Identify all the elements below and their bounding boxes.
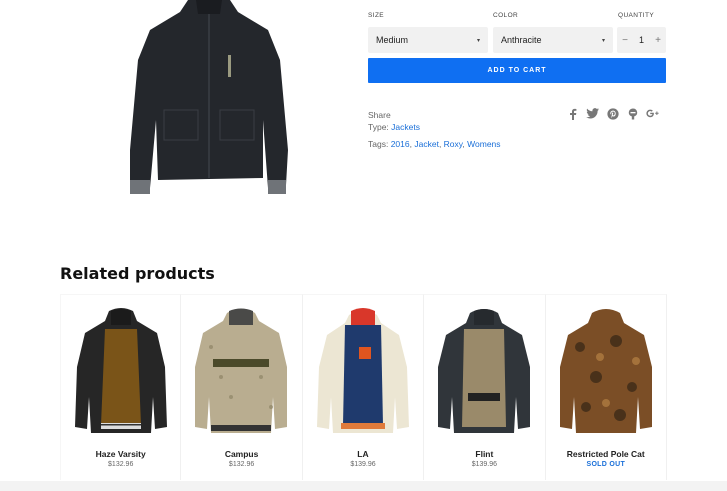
product-card[interactable]: Haze Varsity $132.96 bbox=[60, 294, 182, 480]
caret-down-icon: ▾ bbox=[476, 37, 480, 44]
tags-label: Tags: bbox=[368, 139, 389, 149]
product-card[interactable]: Restricted Pole Cat SOLD OUT bbox=[545, 294, 667, 480]
product-card[interactable]: LA $139.96 bbox=[302, 294, 425, 480]
product-name[interactable]: Flint bbox=[424, 449, 544, 459]
product-price: $132.96 bbox=[108, 461, 134, 468]
product-image[interactable] bbox=[191, 307, 291, 437]
twitter-icon[interactable] bbox=[586, 107, 599, 120]
product-name[interactable]: LA bbox=[303, 449, 423, 459]
quantity-label: QUANTITY bbox=[618, 12, 655, 19]
size-select-value: Medium bbox=[376, 35, 409, 45]
color-select-value: Anthracite bbox=[501, 35, 542, 45]
product-main-image[interactable] bbox=[118, 0, 300, 200]
footer-strip bbox=[0, 481, 727, 491]
sold-out-badge: SOLD OUT bbox=[586, 461, 626, 468]
tag-link[interactable]: Jacket bbox=[414, 139, 439, 149]
related-products-heading: Related products bbox=[60, 264, 215, 283]
product-name[interactable]: Campus bbox=[181, 449, 301, 459]
share-icons bbox=[566, 107, 659, 120]
quantity-increase-button[interactable]: + bbox=[650, 35, 666, 46]
product-name[interactable]: Restricted Pole Cat bbox=[546, 449, 666, 459]
caret-down-icon: ▾ bbox=[601, 37, 605, 44]
add-to-cart-button[interactable]: ADD TO CART bbox=[368, 58, 666, 83]
quantity-decrease-button[interactable]: − bbox=[617, 35, 633, 46]
product-image[interactable] bbox=[434, 307, 534, 437]
quantity-stepper: − 1 + bbox=[617, 27, 666, 53]
product-price: $132.96 bbox=[228, 461, 255, 468]
color-label: COLOR bbox=[493, 12, 519, 19]
type-link[interactable]: Jackets bbox=[391, 122, 420, 132]
quantity-input[interactable]: 1 bbox=[634, 35, 650, 45]
related-products-grid: Haze Varsity $132.96 Campus $132.96 LA $… bbox=[60, 294, 667, 480]
product-tags: Tags: 2016, Jacket, Roxy, Womens bbox=[368, 139, 501, 149]
tag-link[interactable]: 2016 bbox=[391, 139, 410, 149]
product-image[interactable] bbox=[313, 307, 413, 437]
product-card[interactable]: Campus $132.96 bbox=[181, 294, 303, 480]
tag-link[interactable]: Roxy bbox=[444, 139, 463, 149]
product-image[interactable] bbox=[71, 307, 171, 437]
type-label: Type: bbox=[368, 122, 389, 132]
product-name[interactable]: Haze Varsity bbox=[61, 449, 180, 459]
facebook-icon[interactable] bbox=[566, 107, 579, 120]
size-select[interactable]: Medium ▾ bbox=[368, 27, 488, 53]
product-card[interactable]: Flint $139.96 bbox=[424, 294, 546, 480]
size-label: SIZE bbox=[368, 12, 385, 19]
product-image[interactable] bbox=[556, 307, 656, 437]
share-label: Share bbox=[368, 110, 391, 120]
product-type: Type: Jackets bbox=[368, 122, 420, 132]
color-select[interactable]: Anthracite ▾ bbox=[493, 27, 613, 53]
google-plus-icon[interactable] bbox=[646, 107, 659, 120]
tag-link[interactable]: Womens bbox=[467, 139, 500, 149]
product-price: $139.96 bbox=[471, 461, 498, 468]
product-price: $139.96 bbox=[350, 461, 376, 468]
fancy-icon[interactable] bbox=[626, 107, 639, 120]
pinterest-icon[interactable] bbox=[606, 107, 619, 120]
